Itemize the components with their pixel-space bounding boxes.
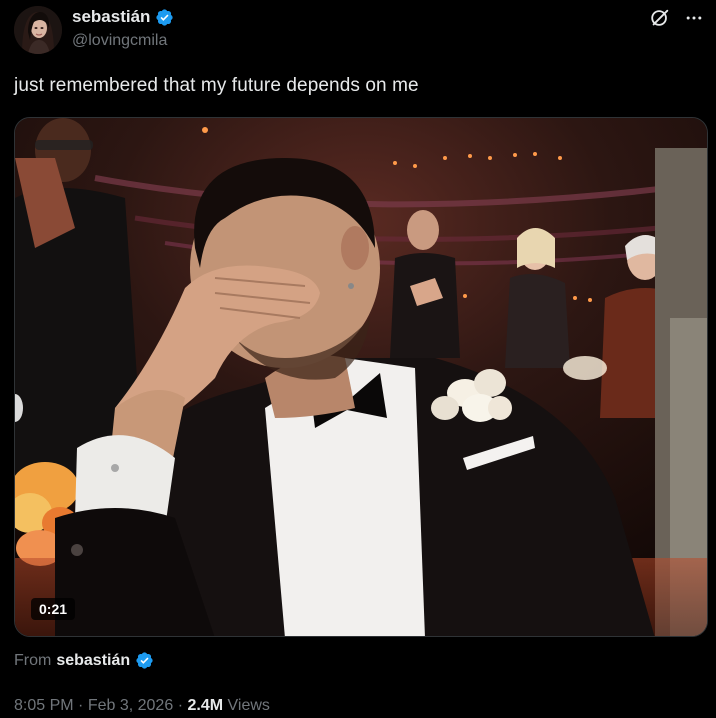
from-attribution: From sebastián bbox=[14, 651, 154, 670]
meta-separator: · bbox=[177, 697, 184, 714]
tweet-date[interactable]: Feb 3, 2026 bbox=[88, 697, 173, 714]
tweet-metadata: 8:05 PM · Feb 3, 2026 · 2.4M Views bbox=[14, 697, 270, 715]
author-name-row[interactable]: sebastián bbox=[72, 7, 174, 27]
grok-icon[interactable] bbox=[648, 6, 672, 30]
video-player[interactable]: 0:21 bbox=[14, 117, 708, 637]
profile-avatar[interactable] bbox=[14, 6, 62, 54]
views-count: 2.4M bbox=[187, 697, 224, 714]
from-author-link[interactable]: sebastián bbox=[56, 652, 130, 670]
meta-separator: · bbox=[78, 697, 84, 714]
video-thumbnail bbox=[15, 118, 707, 636]
tweet-card: sebastián @lovingcmila just remembered t… bbox=[0, 0, 716, 718]
tweet-time[interactable]: 8:05 PM bbox=[14, 697, 74, 714]
author-display-name[interactable]: sebastián bbox=[72, 7, 150, 27]
author-handle[interactable]: @lovingcmila bbox=[72, 32, 167, 50]
verified-badge-icon bbox=[135, 651, 154, 670]
from-label: From bbox=[14, 651, 52, 669]
video-duration-badge: 0:21 bbox=[31, 598, 76, 620]
views-label: Views bbox=[227, 697, 270, 714]
verified-badge-icon bbox=[155, 8, 174, 27]
more-icon[interactable] bbox=[682, 6, 706, 30]
tweet-top-actions bbox=[648, 6, 706, 30]
tweet-text: just remembered that my future depends o… bbox=[14, 75, 419, 96]
